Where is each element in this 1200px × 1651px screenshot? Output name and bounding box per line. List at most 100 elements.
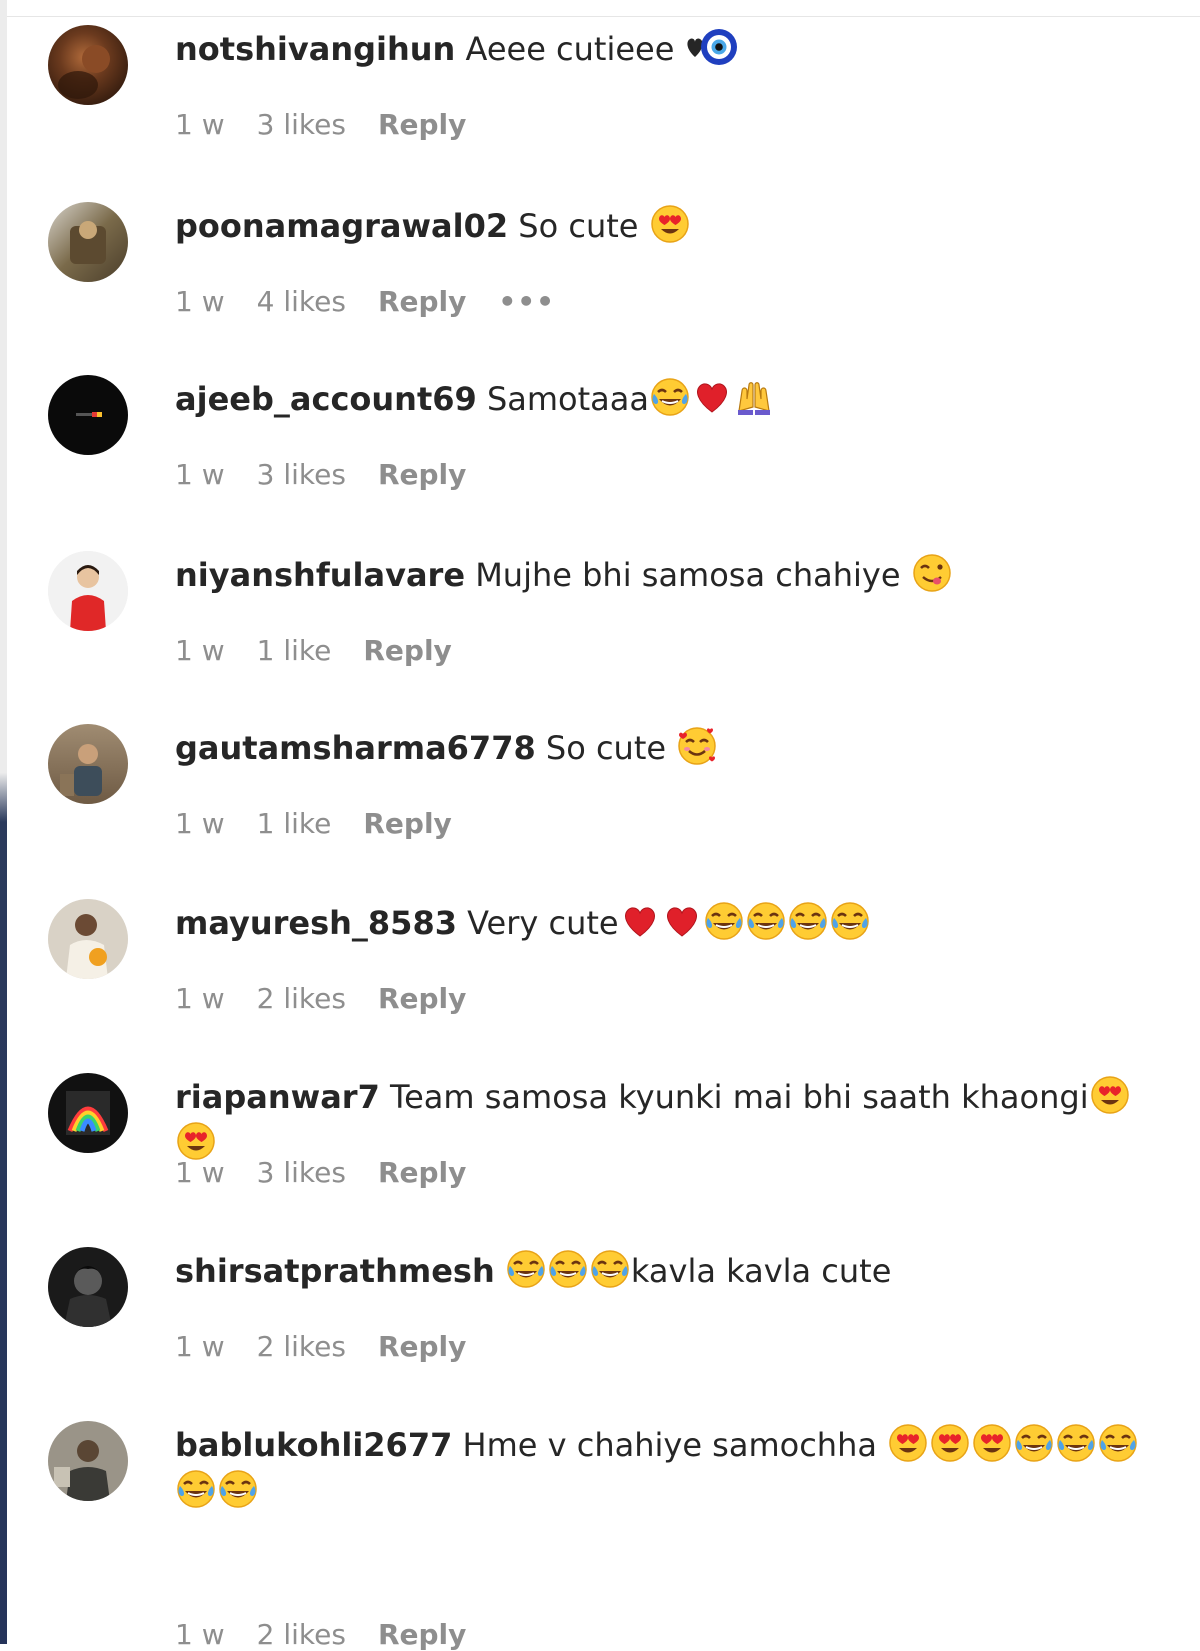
comment-body: So cute [545, 729, 667, 767]
avatar[interactable] [48, 899, 128, 979]
reply-button[interactable]: Reply [378, 458, 466, 491]
comment-username[interactable]: notshivangihun [175, 30, 455, 68]
comment-meta: 1 w 3 likes Reply [175, 458, 466, 491]
comment-time[interactable]: 1 w [175, 458, 225, 491]
tears-of-joy-emoji [506, 1249, 546, 1289]
heart-eyes-emoji [930, 1423, 970, 1463]
heart-eyes-emoji [650, 204, 690, 244]
comment-username[interactable]: gautamsharma6778 [175, 729, 536, 767]
comment-meta: 1 w 3 likes Reply [175, 1156, 466, 1189]
tears-of-joy-emoji [746, 901, 786, 941]
heart-eyes-emoji [972, 1423, 1012, 1463]
reply-button[interactable]: Reply [363, 634, 451, 667]
avatar[interactable] [48, 1421, 128, 1501]
comment-text: mayuresh_8583 Very cute [175, 900, 1165, 946]
reply-button[interactable]: Reply [363, 807, 451, 840]
comment-likes[interactable]: 3 likes [257, 458, 346, 491]
comment-likes[interactable]: 3 likes [257, 108, 346, 141]
comment-time[interactable]: 1 w [175, 1330, 225, 1363]
comment-body: kavla kavla cute [630, 1252, 892, 1290]
comment-text: poonamagrawal02 So cute [175, 203, 1165, 249]
avatar[interactable] [48, 202, 128, 282]
comment-meta: 1 w 2 likes Reply [175, 1330, 466, 1363]
heart-eyes-emoji [176, 1121, 216, 1161]
comment-meta: 1 w 2 likes Reply [175, 1618, 466, 1651]
comment-likes[interactable]: 2 likes [257, 1330, 346, 1363]
avatar[interactable] [48, 1073, 128, 1153]
red-heart-emoji [620, 901, 660, 941]
comment-item: poonamagrawal02 So cute 1 w 4 likes Repl… [0, 177, 1200, 357]
avatar[interactable] [48, 375, 128, 455]
comment-item: notshivangihun Aeee cutieee 1 w 3 likes … [0, 0, 1200, 180]
comment-username[interactable]: ajeeb_account69 [175, 380, 477, 418]
comment-text: riapanwar7 Team samosa kyunki mai bhi sa… [175, 1074, 1165, 1166]
comment-meta: 1 w 1 like Reply [175, 634, 452, 667]
tears-of-joy-emoji [176, 1469, 216, 1509]
comment-username[interactable]: niyanshfulavare [175, 556, 465, 594]
heart-eyes-emoji [888, 1423, 928, 1463]
comment-item: shirsatprathmesh kavla kavla cute 1 w 2 … [0, 1222, 1200, 1402]
tears-of-joy-emoji [650, 377, 690, 417]
comment-time[interactable]: 1 w [175, 285, 225, 318]
comment-item: bablukohli2677 Hme v chahiye samochha 1 … [0, 1396, 1200, 1651]
comment-username[interactable]: bablukohli2677 [175, 1426, 452, 1464]
raising-hands-emoji [734, 377, 774, 417]
comment-username[interactable]: riapanwar7 [175, 1078, 380, 1116]
reply-button[interactable]: Reply [378, 1156, 466, 1189]
tears-of-joy-emoji [1056, 1423, 1096, 1463]
comment-item: riapanwar7 Team samosa kyunki mai bhi sa… [0, 1048, 1200, 1228]
tears-of-joy-emoji [704, 901, 744, 941]
comment-item: niyanshfulavare Mujhe bhi samosa chahiye… [0, 526, 1200, 706]
comment-meta: 1 w 2 likes Reply [175, 982, 466, 1015]
comment-time[interactable]: 1 w [175, 982, 225, 1015]
reply-button[interactable]: Reply [378, 285, 466, 318]
comment-likes[interactable]: 3 likes [257, 1156, 346, 1189]
nazar-amulet-icon [699, 27, 739, 67]
comment-meta: 1 w 4 likes Reply ••• [175, 285, 555, 318]
tears-of-joy-emoji [548, 1249, 588, 1289]
reply-button[interactable]: Reply [378, 1330, 466, 1363]
comment-username[interactable]: poonamagrawal02 [175, 207, 508, 245]
avatar[interactable] [48, 724, 128, 804]
comment-body: Very cute [467, 904, 619, 942]
red-heart-emoji [692, 377, 732, 417]
comment-time[interactable]: 1 w [175, 1618, 225, 1651]
yum-emoji [912, 553, 952, 593]
comment-likes[interactable]: 4 likes [257, 285, 346, 318]
comment-body: Team samosa kyunki mai bhi saath khaongi [390, 1078, 1089, 1116]
comment-time[interactable]: 1 w [175, 634, 225, 667]
avatar[interactable] [48, 551, 128, 631]
more-options-icon[interactable]: ••• [498, 285, 555, 318]
avatar[interactable] [48, 1247, 128, 1327]
comment-likes[interactable]: 1 like [257, 634, 332, 667]
reply-button[interactable]: Reply [378, 108, 466, 141]
tears-of-joy-emoji [788, 901, 828, 941]
tears-of-joy-emoji [1098, 1423, 1138, 1463]
reply-button[interactable]: Reply [378, 1618, 466, 1651]
comment-likes[interactable]: 2 likes [257, 982, 346, 1015]
comment-text: ajeeb_account69 Samotaaa [175, 376, 1165, 422]
comment-body: Hme v chahiye samochha [462, 1426, 877, 1464]
red-heart-emoji [662, 901, 702, 941]
tears-of-joy-emoji [218, 1469, 258, 1509]
comment-text: shirsatprathmesh kavla kavla cute [175, 1248, 1165, 1294]
comment-body: Aeee cutieee [465, 30, 675, 68]
tears-of-joy-emoji [830, 901, 870, 941]
comment-item: mayuresh_8583 Very cute 1 w 2 likes Repl… [0, 874, 1200, 1054]
tears-of-joy-emoji [1014, 1423, 1054, 1463]
avatar[interactable] [48, 25, 128, 105]
comment-username[interactable]: mayuresh_8583 [175, 904, 457, 942]
comment-body: So cute [518, 207, 639, 245]
comment-likes[interactable]: 2 likes [257, 1618, 346, 1651]
reply-button[interactable]: Reply [378, 982, 466, 1015]
comment-time[interactable]: 1 w [175, 108, 225, 141]
comment-text: gautamsharma6778 So cute [175, 725, 1165, 771]
comment-meta: 1 w 3 likes Reply [175, 108, 466, 141]
comment-username[interactable]: shirsatprathmesh [175, 1252, 495, 1290]
comment-likes[interactable]: 1 like [257, 807, 332, 840]
comment-time[interactable]: 1 w [175, 807, 225, 840]
comment-list: notshivangihun Aeee cutieee 1 w 3 likes … [0, 0, 1200, 1651]
comment-text: bablukohli2677 Hme v chahiye samochha [175, 1422, 1165, 1514]
black-heart-icon [675, 27, 703, 67]
comment-time[interactable]: 1 w [175, 1156, 225, 1189]
